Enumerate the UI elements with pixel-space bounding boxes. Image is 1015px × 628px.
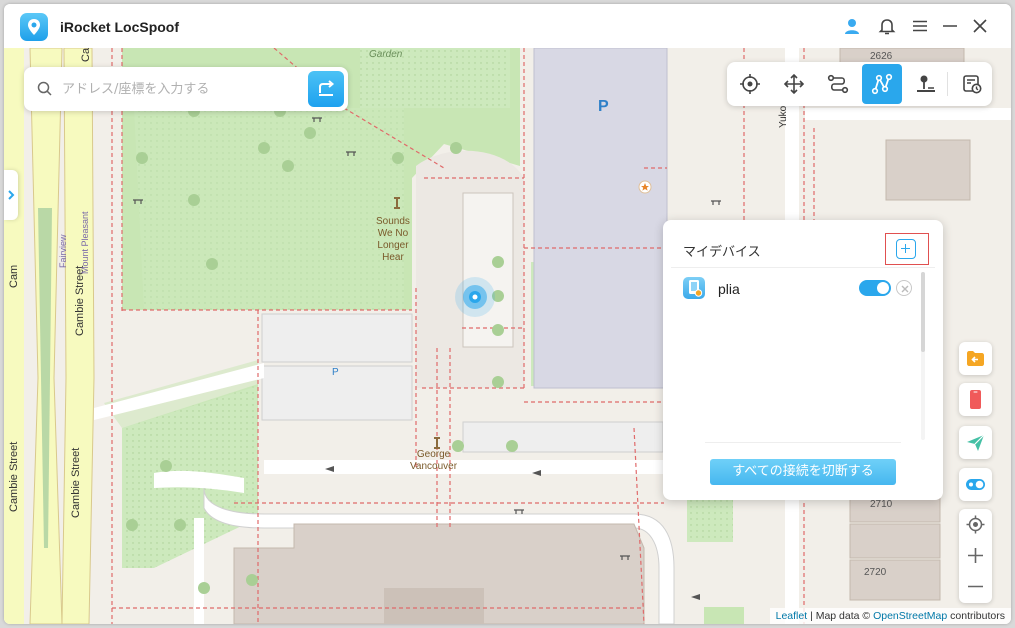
search-go-button[interactable] bbox=[308, 71, 344, 107]
map-view[interactable]: Garden Sounds We No Longer Hear George V… bbox=[4, 48, 1011, 624]
multi-point-route-icon bbox=[871, 73, 893, 95]
leaflet-link[interactable]: Leaflet bbox=[776, 610, 808, 622]
map-label-mount-pleasant: Mount Pleasant bbox=[80, 211, 90, 274]
panel-divider bbox=[671, 267, 935, 268]
map-label-2720: 2720 bbox=[864, 567, 887, 578]
history-button[interactable] bbox=[952, 64, 992, 104]
map-label-fairview: Fairview bbox=[58, 234, 68, 268]
zoom-controls bbox=[959, 509, 992, 603]
search-input[interactable] bbox=[62, 78, 302, 100]
teleport-mode-button[interactable] bbox=[730, 64, 770, 104]
route-icon bbox=[827, 74, 849, 94]
zoom-out-button[interactable] bbox=[959, 571, 992, 602]
add-device-button[interactable] bbox=[885, 233, 929, 265]
map-label-cam: Cam bbox=[8, 264, 20, 288]
openstreetmap-link[interactable]: OpenStreetMap bbox=[873, 610, 947, 622]
remove-device-button[interactable] bbox=[896, 280, 912, 296]
panel-title: マイデバイス bbox=[683, 245, 761, 260]
attribution-suffix: contributors bbox=[947, 610, 1005, 622]
app-title: iRocket LocSpoof bbox=[60, 19, 180, 35]
map-label-cambie-street-mid: Cambie Street bbox=[74, 265, 86, 336]
mode-toolbar bbox=[727, 62, 992, 106]
bell-icon[interactable] bbox=[877, 16, 897, 36]
joystick-mode-button[interactable] bbox=[774, 64, 814, 104]
title-bar: iRocket LocSpoof bbox=[4, 4, 1011, 48]
device-list-scrollbar-thumb[interactable] bbox=[921, 272, 925, 352]
map-label-garden: Garden bbox=[369, 49, 403, 60]
close-icon[interactable] bbox=[970, 16, 990, 36]
minimize-icon[interactable] bbox=[940, 16, 960, 36]
app-logo-icon bbox=[20, 13, 48, 41]
map-attribution: Leaflet | Map data © OpenStreetMap contr… bbox=[769, 608, 1011, 624]
disconnect-all-button[interactable]: すべての接続を切断する bbox=[710, 459, 896, 485]
locate-button[interactable] bbox=[959, 509, 992, 540]
map-label-2626: 2626 bbox=[870, 51, 893, 62]
device-phone-button[interactable] bbox=[959, 383, 992, 416]
map-label-cambie-street-bottom: Cambie Street bbox=[70, 447, 82, 518]
zoom-in-button[interactable] bbox=[959, 540, 992, 571]
multi-spot-mode-button[interactable] bbox=[862, 64, 902, 104]
send-location-button[interactable] bbox=[959, 426, 992, 459]
import-gpx-icon bbox=[967, 351, 984, 366]
device-connection-toggle[interactable] bbox=[859, 280, 891, 296]
crosshair-icon bbox=[740, 74, 760, 94]
map-label-2710: 2710 bbox=[870, 499, 893, 510]
zoom-in-icon bbox=[968, 548, 983, 563]
send-location-icon bbox=[967, 434, 985, 451]
toggle-mode-icon bbox=[966, 479, 985, 490]
phone-icon bbox=[970, 390, 981, 409]
map-label-parking-large: P bbox=[598, 98, 609, 115]
menu-icon[interactable] bbox=[910, 16, 930, 36]
move-arrows-icon bbox=[783, 73, 805, 95]
toolbar-separator bbox=[947, 72, 948, 96]
attribution-separator: | Map data © bbox=[807, 610, 874, 622]
map-label-parking-small: P bbox=[332, 367, 339, 378]
pin-stand-icon bbox=[917, 75, 935, 92]
jump-teleport-mode-button[interactable] bbox=[906, 64, 946, 104]
map-label-statue: Sounds We No Longer Hear bbox=[376, 216, 410, 263]
go-arrow-icon bbox=[319, 80, 335, 96]
map-label-cambie-street-left: Cambie Street bbox=[8, 441, 20, 512]
import-gpx-button[interactable] bbox=[959, 342, 992, 375]
device-phone-icon bbox=[683, 277, 705, 299]
device-name: plia bbox=[718, 281, 740, 297]
map-label-cambie-top: Cambi bbox=[80, 48, 92, 62]
user-icon[interactable] bbox=[842, 16, 862, 36]
search-box bbox=[24, 67, 348, 111]
search-icon bbox=[37, 81, 52, 96]
two-spot-mode-button[interactable] bbox=[818, 64, 858, 104]
app-window: iRocket LocSpoof Garden Sounds We No Lon… bbox=[4, 4, 1011, 624]
toggle-mode-button[interactable] bbox=[959, 468, 992, 501]
history-icon bbox=[963, 75, 982, 94]
close-icon bbox=[901, 285, 909, 293]
zoom-out-icon bbox=[968, 585, 983, 588]
panel-footer-divider bbox=[705, 442, 901, 443]
locate-icon bbox=[966, 515, 985, 534]
plus-icon bbox=[896, 239, 916, 259]
chevron-right-icon bbox=[8, 190, 15, 200]
map-label-george-vancouver: George Vancouver bbox=[410, 449, 458, 472]
device-row[interactable]: plia bbox=[663, 270, 923, 306]
sidebar-expand-handle[interactable] bbox=[4, 170, 18, 220]
my-devices-panel: マイデバイス plia すべての接続を切断する bbox=[663, 220, 943, 500]
